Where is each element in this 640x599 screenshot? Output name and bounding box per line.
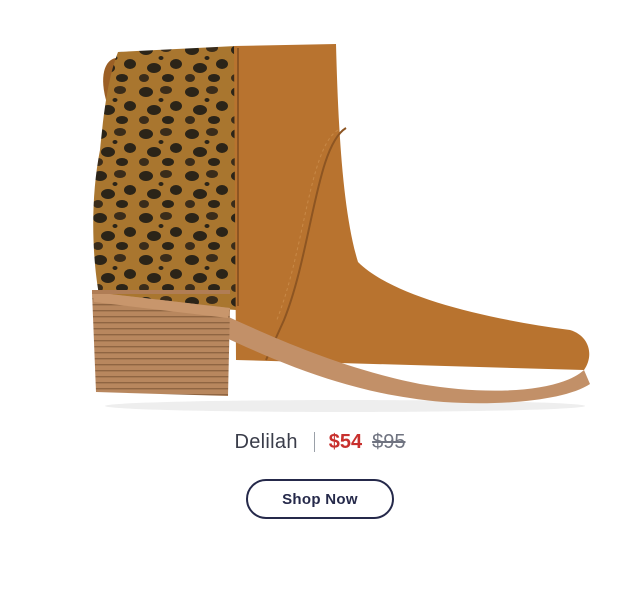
sale-price: $54 <box>328 431 363 453</box>
product-card: Delilah $54 $95 Shop Now <box>0 0 640 599</box>
price-divider <box>313 432 315 452</box>
product-name[interactable]: Delilah <box>235 428 298 456</box>
shop-now-button[interactable]: Shop Now <box>246 479 394 519</box>
product-info: Delilah $54 $95 <box>0 428 640 456</box>
original-price: $95 <box>372 431 406 453</box>
product-image[interactable] <box>60 28 620 418</box>
